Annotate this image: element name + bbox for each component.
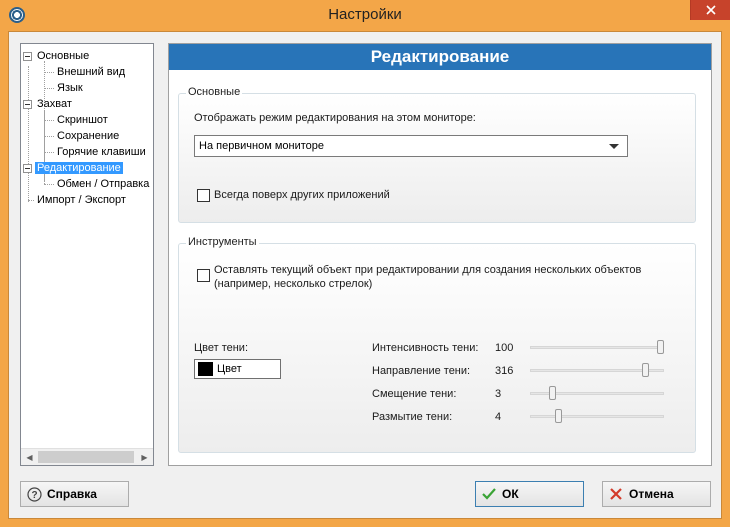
slider-track xyxy=(530,415,664,418)
ok-button-label: ОК xyxy=(502,487,519,501)
scroll-left-icon[interactable]: ◀ xyxy=(21,449,38,465)
tree-item-label: Язык xyxy=(57,82,83,94)
panel-title: Редактирование xyxy=(169,44,711,70)
slider-thumb[interactable] xyxy=(549,386,556,400)
shadow-intensity-label: Интенсивность тени: xyxy=(372,342,479,354)
slider-track xyxy=(530,346,664,349)
tree-item-import-export[interactable]: Импорт / Экспорт xyxy=(37,193,126,209)
slider-thumb[interactable] xyxy=(642,363,649,377)
keep-object-checkbox[interactable] xyxy=(197,269,210,282)
check-icon xyxy=(481,486,497,502)
shadow-blur-label: Размытие тени: xyxy=(372,411,453,423)
shadow-direction-value: 316 xyxy=(495,365,514,377)
svg-text:?: ? xyxy=(31,490,37,501)
shadow-intensity-value: 100 xyxy=(495,342,514,354)
tree-horizontal-scrollbar[interactable]: ◀ ▶ xyxy=(21,448,153,465)
collapse-icon[interactable] xyxy=(23,52,32,61)
tree-item-label: Внешний вид xyxy=(57,66,126,78)
shadow-color-label: Цвет тени: xyxy=(194,342,249,354)
shadow-direction-label: Направление тени: xyxy=(372,365,471,377)
monitor-select-value: На первичном мониторе xyxy=(199,140,325,152)
keep-object-label-line1[interactable]: Оставлять текущий объект при редактирова… xyxy=(214,264,641,276)
group-title: Основные xyxy=(186,86,243,98)
scrollbar-thumb[interactable] xyxy=(38,451,134,463)
monitor-label: Отображать режим редактирования на этом … xyxy=(194,112,476,124)
shadow-direction-slider[interactable] xyxy=(530,363,664,379)
ok-button[interactable]: ОК xyxy=(475,481,584,507)
cancel-button-label: Отмена xyxy=(629,487,674,501)
close-icon xyxy=(705,5,716,15)
tree-item-label: Редактирование xyxy=(35,162,123,174)
tools-group: Инструменты Оставлять текущий объект при… xyxy=(178,236,696,453)
help-icon: ? xyxy=(26,486,42,502)
slider-thumb[interactable] xyxy=(555,409,562,423)
settings-window: Основные Внешний вид Язык Захват Скриншо… xyxy=(8,31,722,519)
title-bar: Настройки xyxy=(0,0,730,31)
shadow-offset-slider[interactable] xyxy=(530,386,664,402)
window-title: Настройки xyxy=(328,6,402,23)
tree-item-general[interactable]: Основные xyxy=(23,49,89,65)
always-on-top-checkbox[interactable] xyxy=(197,189,210,202)
close-icon xyxy=(608,486,624,502)
monitor-select[interactable]: На первичном мониторе xyxy=(194,135,628,157)
scroll-right-icon[interactable]: ▶ xyxy=(136,449,153,465)
shadow-color-button[interactable]: Цвет xyxy=(194,359,281,379)
shadow-blur-value: 4 xyxy=(495,411,502,423)
editing-panel: Редактирование Основные Отображать режим… xyxy=(168,43,712,466)
shadow-intensity-slider[interactable] xyxy=(530,340,664,356)
chevron-down-icon xyxy=(609,144,619,149)
shadow-blur-slider[interactable] xyxy=(530,409,664,425)
keep-object-label-line2[interactable]: (например, несколько стрелок) xyxy=(214,278,372,290)
help-button-label: Справка xyxy=(47,487,97,501)
panel-body: Основные Отображать режим редактирования… xyxy=(169,70,711,465)
general-group: Основные Отображать режим редактирования… xyxy=(178,86,696,223)
tree-item-label: Импорт / Экспорт xyxy=(37,194,126,206)
tree-item-language[interactable]: Язык xyxy=(57,81,83,97)
collapse-icon[interactable] xyxy=(23,100,32,109)
always-on-top-label[interactable]: Всегда поверх других приложений xyxy=(214,189,390,201)
tree-item-label: Захват xyxy=(37,98,72,110)
tree-item-label: Горячие клавиши xyxy=(57,146,146,158)
tree-item-label: Обмен / Отправка xyxy=(57,178,150,190)
group-title: Инструменты xyxy=(186,236,259,248)
tree-item-appearance[interactable]: Внешний вид xyxy=(57,65,125,81)
tree-item-label: Основные xyxy=(37,50,90,62)
tree-item-hotkeys[interactable]: Горячие клавиши xyxy=(57,145,146,161)
shadow-offset-value: 3 xyxy=(495,388,502,400)
tree-item-share[interactable]: Обмен / Отправка xyxy=(57,177,149,193)
settings-tree[interactable]: Основные Внешний вид Язык Захват Скриншо… xyxy=(20,43,154,466)
tree-item-screenshot[interactable]: Скриншот xyxy=(57,113,108,129)
color-swatch xyxy=(198,362,213,376)
tree-item-capture[interactable]: Захват xyxy=(23,97,72,113)
collapse-icon[interactable] xyxy=(23,164,32,173)
cancel-button[interactable]: Отмена xyxy=(602,481,711,507)
tree-item-saving[interactable]: Сохранение xyxy=(57,129,119,145)
tree-item-label: Сохранение xyxy=(57,130,120,142)
shadow-offset-label: Смещение тени: xyxy=(372,388,457,400)
close-button[interactable] xyxy=(690,0,730,20)
color-button-label: Цвет xyxy=(217,363,242,375)
help-button[interactable]: ? Справка xyxy=(20,481,129,507)
tree-item-label: Скриншот xyxy=(57,114,108,126)
slider-thumb[interactable] xyxy=(657,340,664,354)
tree-item-editing[interactable]: Редактирование xyxy=(23,161,123,177)
